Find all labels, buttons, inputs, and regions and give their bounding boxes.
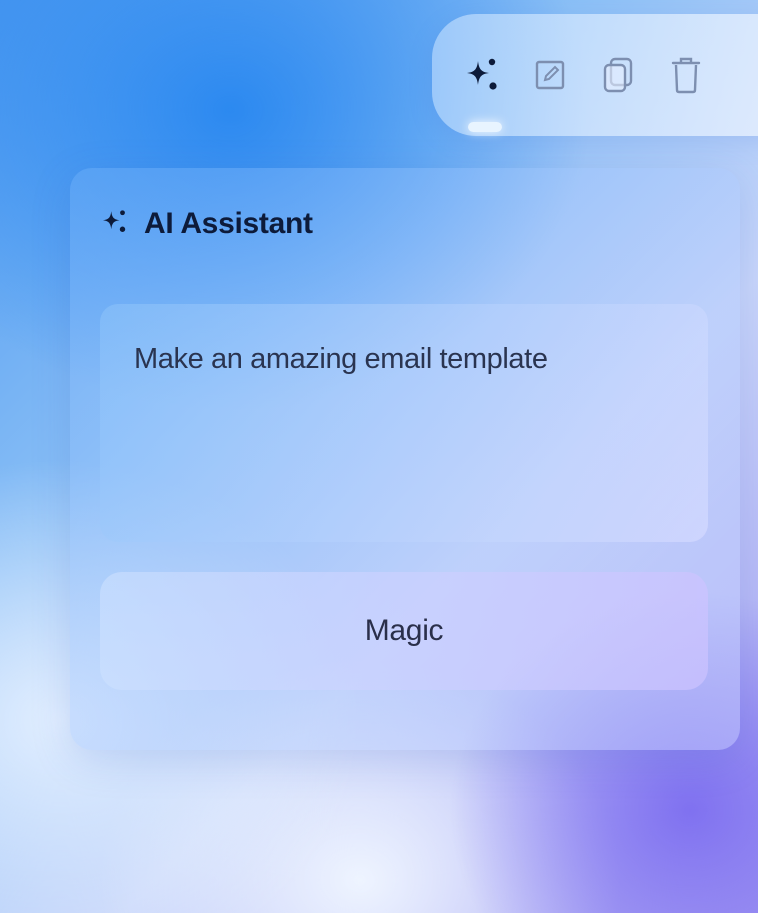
edit-icon [532, 57, 568, 93]
ai-assistant-panel: AI Assistant Make an amazing email templ… [70, 168, 740, 750]
floating-toolbar [432, 14, 758, 136]
copy-icon [600, 55, 636, 95]
prompt-text: Make an amazing email template [134, 343, 548, 375]
ai-sparkles-button[interactable] [462, 55, 502, 95]
panel-title: AI Assistant [144, 206, 313, 240]
magic-button[interactable]: Magic [100, 572, 708, 690]
sparkles-icon [462, 55, 502, 95]
prompt-input[interactable]: Make an amazing email template [100, 304, 708, 542]
active-tool-indicator [468, 122, 502, 132]
sparkles-icon [100, 206, 130, 241]
magic-button-label: Magic [364, 614, 444, 647]
edit-button[interactable] [530, 55, 570, 95]
copy-button[interactable] [598, 55, 638, 95]
delete-button[interactable] [666, 55, 706, 95]
panel-header: AI Assistant [100, 206, 313, 241]
trash-icon [668, 55, 704, 95]
